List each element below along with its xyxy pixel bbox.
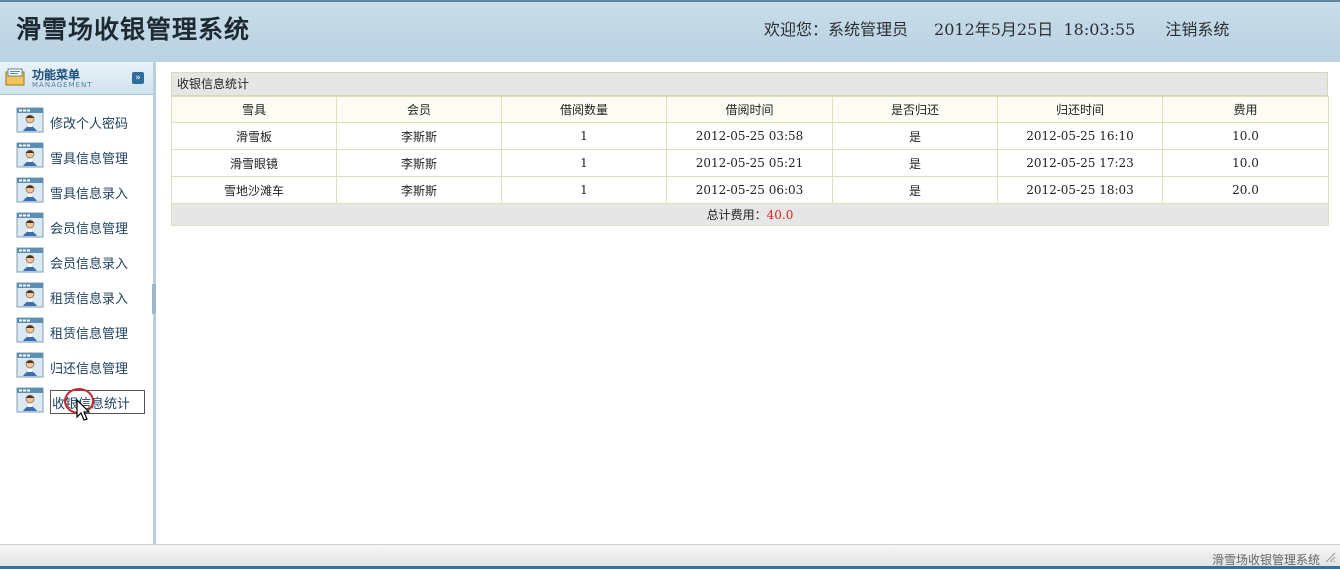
- table-header-row: 雪具 会员 借阅数量 借阅时间 是否归还 归还时间 费用: [171, 96, 1329, 123]
- user-card-icon: [16, 387, 44, 413]
- date-time: 2012年5月25日 18:03:55: [934, 20, 1136, 39]
- panel-title: 收银信息统计: [171, 72, 1328, 96]
- column-header: 借阅数量: [501, 96, 667, 123]
- column-header: 是否归还: [832, 96, 998, 123]
- table-cell: 10.0: [1162, 122, 1329, 150]
- sidebar-item-3[interactable]: 雪具信息录入: [16, 177, 142, 205]
- app-title: 滑雪场收银管理系统: [16, 15, 251, 44]
- column-header: 雪具: [171, 96, 337, 123]
- table-cell: 1: [501, 149, 667, 177]
- sidebar-item-7[interactable]: 租赁信息管理: [16, 317, 142, 345]
- sidebar-splitter[interactable]: [152, 284, 156, 314]
- table-cell: 2012-05-25 06:03: [666, 176, 833, 204]
- sidebar-item-label: 会员信息管理: [50, 222, 129, 237]
- total-row: 总计费用：40.0: [171, 203, 1329, 226]
- sidebar-item-label: 雪具信息录入: [50, 187, 129, 202]
- mouse-pointer-icon: [76, 399, 91, 421]
- table-cell: 2012-05-25 16:10: [997, 122, 1163, 150]
- sidebar-item-label: 会员信息录入: [50, 257, 129, 272]
- column-header: 费用: [1162, 96, 1329, 123]
- table-cell: 2012-05-25 17:23: [997, 149, 1163, 177]
- table-row: 雪地沙滩车 李斯斯 1 2012-05-25 06:03 是 2012-05-25 18:…: [171, 176, 1329, 204]
- sidebar-item-6[interactable]: 租赁信息录入: [16, 282, 142, 310]
- table-cell: 2012-05-25 03:58: [666, 122, 833, 150]
- user-card-icon: [16, 142, 44, 168]
- double-chevron-down-icon[interactable]: »: [132, 72, 144, 84]
- total-value: 40.0: [766, 208, 794, 222]
- user-name: 系统管理员: [828, 20, 909, 39]
- table-row: 滑雪眼镜 李斯斯 1 2012-05-25 05:21 是 2012-05-25 17:2…: [171, 149, 1329, 177]
- table-cell: 1: [501, 122, 667, 150]
- table-cell: 2012-05-25 05:21: [666, 149, 833, 177]
- sidebar-header: 功能菜单 MANAGEMENT »: [0, 62, 153, 95]
- user-card-icon: [16, 177, 44, 203]
- table-cell: 滑雪板: [171, 122, 337, 150]
- sidebar-item-4[interactable]: 会员信息管理: [16, 212, 142, 240]
- menu-subtitle: MANAGEMENT: [32, 81, 93, 89]
- column-header: 会员: [336, 96, 502, 123]
- column-header: 归还时间: [997, 96, 1163, 123]
- table-cell: 李斯斯: [336, 149, 502, 177]
- header: 滑雪场收银管理系统 欢迎您：系统管理员 2012年5月25日 18:03:55 注销…: [0, 0, 1340, 62]
- logout-link[interactable]: 注销系统: [1165, 16, 1229, 40]
- table-row: 滑雪板 李斯斯 1 2012-05-25 03:58 是 2012-05-25 16:10…: [171, 122, 1329, 150]
- user-card-icon: [16, 352, 44, 378]
- table-cell: 是: [832, 122, 998, 150]
- sidebar-item-label: 雪具信息管理: [50, 152, 129, 167]
- table-cell: 是: [832, 149, 998, 177]
- cashier-table: 雪具 会员 借阅数量 借阅时间 是否归还 归还时间 费用 滑雪板 李斯斯 1 2012-05-25…: [171, 96, 1329, 226]
- total-cell: 总计费用：40.0: [171, 203, 1329, 226]
- table-cell: 2012-05-25 18:03: [997, 176, 1163, 204]
- table-cell: 10.0: [1162, 149, 1329, 177]
- sidebar-item-5[interactable]: 会员信息录入: [16, 247, 142, 275]
- user-card-icon: [16, 107, 44, 133]
- sidebar-item-1[interactable]: 修改个人密码: [16, 107, 142, 135]
- user-card-icon: [16, 212, 44, 238]
- sidebar-item-label: 租赁信息录入: [50, 292, 129, 307]
- resize-grip-icon[interactable]: [1324, 551, 1336, 563]
- user-card-icon: [16, 317, 44, 343]
- footer-text: 滑雪场收银管理系统: [1211, 553, 1320, 567]
- status-bar: 滑雪场收银管理系统: [0, 544, 1340, 569]
- header-user-info: 欢迎您：系统管理员 2012年5月25日 18:03:55 注销系统: [764, 16, 1229, 40]
- total-label: 总计费用：: [706, 208, 767, 222]
- table-cell: 滑雪眼镜: [171, 149, 337, 177]
- user-card-icon: [16, 247, 44, 273]
- user-card-icon: [16, 282, 44, 308]
- sidebar-item-8[interactable]: 归还信息管理: [16, 352, 142, 380]
- table-cell: 雪地沙滩车: [171, 176, 337, 204]
- table-cell: 1: [501, 176, 667, 204]
- sidebar-item-label: 归还信息管理: [50, 362, 129, 377]
- sidebar-item-label: 修改个人密码: [50, 117, 129, 132]
- main-content: 收银信息统计 雪具 会员 借阅数量 借阅时间 是否归还 归还时间 费用 滑雪板 李斯斯 1 201…: [171, 72, 1329, 226]
- menu-folder-icon: [5, 68, 25, 86]
- table-cell: 李斯斯: [336, 122, 502, 150]
- table-cell: 是: [832, 176, 998, 204]
- table-cell: 20.0: [1162, 176, 1329, 204]
- sidebar: 功能菜单 MANAGEMENT » 修改个人密码 雪具信息管理 雪具信息录入 会员信息…: [0, 62, 156, 544]
- welcome-label: 欢迎您：: [764, 20, 829, 39]
- table-cell: 李斯斯: [336, 176, 502, 204]
- sidebar-item-2[interactable]: 雪具信息管理: [16, 142, 142, 170]
- column-header: 借阅时间: [666, 96, 833, 123]
- sidebar-item-label: 租赁信息管理: [50, 327, 129, 342]
